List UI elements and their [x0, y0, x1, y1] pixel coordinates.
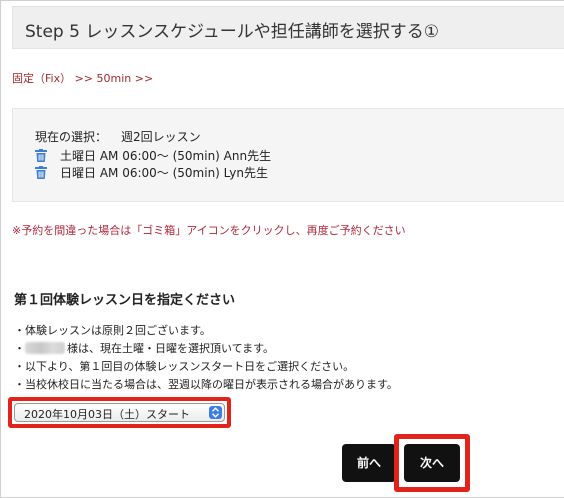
bullet: ・	[14, 342, 25, 355]
prev-button[interactable]: 前へ	[342, 444, 396, 482]
blurred-username	[25, 342, 65, 354]
step-title: Step 5 レッスンスケジュールや担任講師を選択する①	[12, 6, 564, 49]
trash-icon[interactable]	[35, 165, 47, 179]
trash-icon[interactable]	[35, 148, 47, 162]
selected-lesson-text: 土曜日 AM 06:00～ (50min) Ann先生	[60, 148, 272, 163]
info-line-text: 様は、現在土曜・日曜を選択頂いてます。	[67, 342, 275, 355]
breadcrumb: 固定（Fix） >> 50min >>	[12, 72, 154, 85]
info-line: ・ 様は、現在土曜・日曜を選択頂いてます。	[14, 340, 398, 358]
info-line: ・以下より、第１回目の体験レッスンスタート日をご選択ください。	[14, 360, 355, 373]
selected-lesson-text: 日曜日 AM 06:00～ (50min) Lyn先生	[60, 165, 268, 180]
rebooking-notice: ※予約を間違った場合は「ゴミ箱」アイコンをクリックし、再度ご予約ください	[12, 224, 406, 237]
current-selection-heading: 現在の選択： 週2回レッスン	[35, 128, 201, 145]
selected-lesson-row: 日曜日 AM 06:00～ (50min) Lyn先生	[35, 164, 268, 180]
next-button[interactable]: 次へ	[404, 444, 460, 482]
start-date-value: 2020年10月03日（土）スタート	[24, 408, 190, 421]
info-line: ・当校休校日に当たる場合は、翌週以降の曜日が表示される場合があります。	[14, 378, 398, 391]
selected-lesson-row: 土曜日 AM 06:00～ (50min) Ann先生	[35, 147, 271, 163]
current-selection-panel: 現在の選択： 週2回レッスン 土曜日 AM 06:00～ (50min) Ann先…	[12, 108, 564, 202]
plan-name: 週2回レッスン	[121, 130, 201, 144]
start-date-select[interactable]: 2020年10月03日（土）スタート	[14, 403, 225, 422]
select-arrows-icon	[209, 406, 222, 419]
first-lesson-heading: 第１回体験レッスン日を指定ください	[14, 293, 236, 308]
first-lesson-info-list: ・体験レッスンは原則２回ございます。 ・様は、現在土曜・日曜を選択頂いてます。 …	[14, 322, 398, 394]
current-selection-label: 現在の選択：	[35, 130, 108, 144]
info-line: ・体験レッスンは原則２回ございます。	[14, 324, 211, 337]
